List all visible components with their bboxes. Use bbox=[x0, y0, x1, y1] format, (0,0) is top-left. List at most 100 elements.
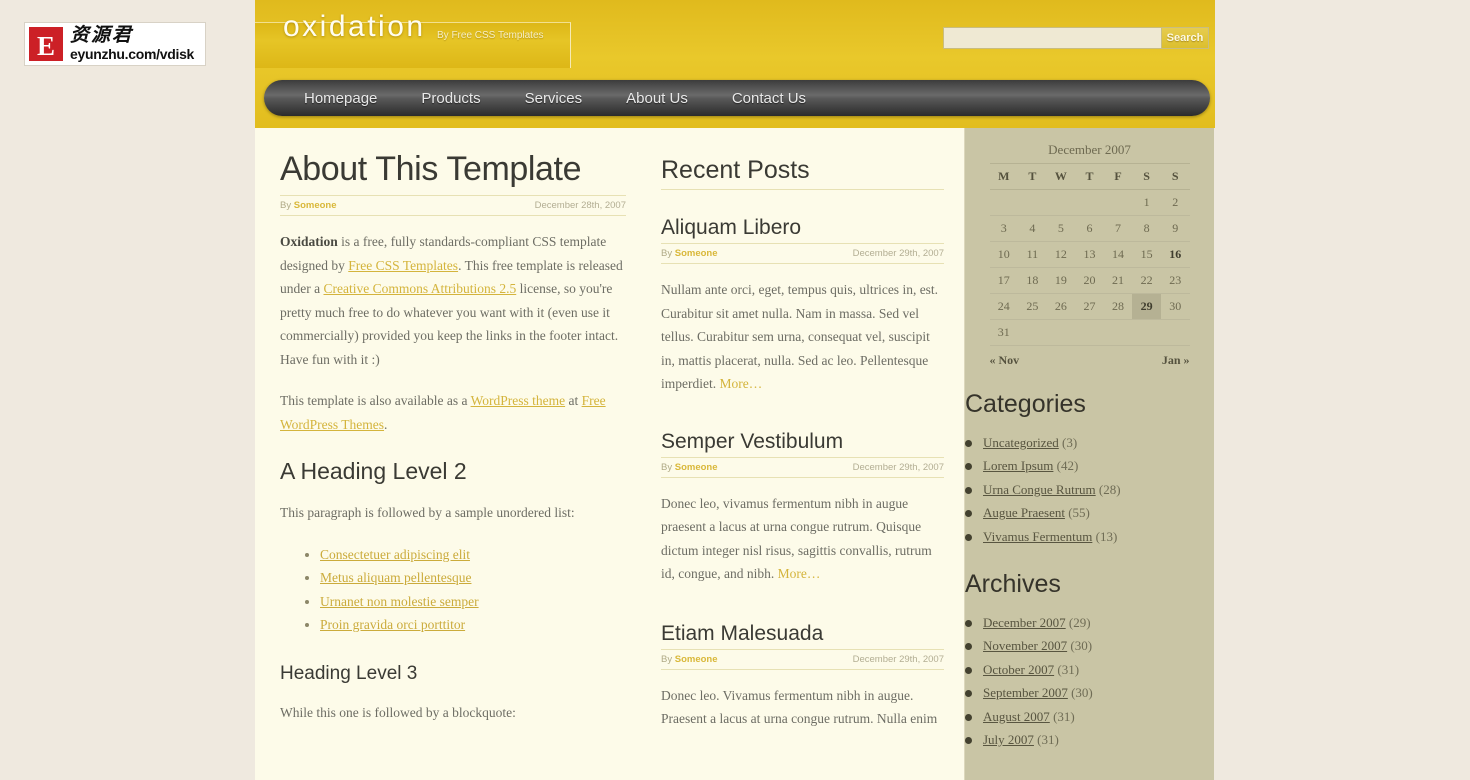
page-title: About This Template bbox=[280, 150, 582, 188]
calendar-prev-month-link[interactable]: « Nov bbox=[990, 353, 1020, 368]
categories-block: Categories Uncategorized (3) Lorem Ipsum… bbox=[965, 390, 1214, 548]
article-date: December 28th, 2007 bbox=[534, 200, 626, 211]
calendar-day-14[interactable]: 14 bbox=[1103, 241, 1133, 268]
calendar-next-month-link[interactable]: Jan » bbox=[1162, 353, 1190, 368]
search-form: Search bbox=[943, 27, 1209, 49]
calendar-day-20[interactable]: 20 bbox=[1075, 267, 1104, 294]
calendar-day-30[interactable]: 30 bbox=[1160, 293, 1190, 320]
calendar-caption: December 2007 bbox=[1048, 142, 1131, 157]
archive-link-july-2007[interactable]: July 2007 bbox=[983, 732, 1034, 747]
archive-link-september-2007[interactable]: September 2007 bbox=[983, 685, 1068, 700]
calendar-nav: « Nov Jan » bbox=[990, 350, 1190, 368]
post-byline: By Someone bbox=[661, 654, 718, 665]
calendar-day-17[interactable]: 17 bbox=[989, 267, 1019, 294]
category-link-lorem-ipsum[interactable]: Lorem Ipsum bbox=[983, 458, 1053, 473]
post-author-link[interactable]: Someone bbox=[675, 462, 718, 473]
calendar-empty-cell bbox=[1046, 319, 1076, 346]
list-item: Consectetuer adipiscing elit bbox=[320, 543, 626, 567]
calendar-day-16[interactable]: 16 bbox=[1160, 241, 1190, 268]
post-author-link[interactable]: Someone bbox=[675, 654, 718, 665]
calendar-day-24[interactable]: 24 bbox=[989, 293, 1019, 320]
article-column: About This Template By Someone December … bbox=[255, 128, 651, 780]
archive-link-december-2007[interactable]: December 2007 bbox=[983, 615, 1066, 630]
post-more-link-2[interactable]: More… bbox=[778, 566, 821, 581]
list-item-link-4[interactable]: Proin gravida orci porttitor bbox=[320, 617, 465, 632]
list-item: October 2007 (31) bbox=[965, 658, 1196, 681]
calendar-day-6[interactable]: 6 bbox=[1075, 215, 1104, 242]
list-item-link-2[interactable]: Metus aliquam pellentesque bbox=[320, 570, 471, 585]
post-title-1[interactable]: Aliquam Libero bbox=[661, 216, 944, 240]
list-item: Uncategorized (3) bbox=[965, 431, 1196, 454]
calendar-day-9[interactable]: 9 bbox=[1160, 215, 1190, 242]
calendar-day-13[interactable]: 13 bbox=[1075, 241, 1104, 268]
post-title-2[interactable]: Semper Vestibulum bbox=[661, 430, 944, 454]
search-button[interactable]: Search bbox=[1161, 27, 1209, 49]
list-item: September 2007 (30) bbox=[965, 681, 1196, 704]
post-author-link[interactable]: Someone bbox=[675, 248, 718, 259]
calendar-day-25[interactable]: 25 bbox=[1018, 293, 1047, 320]
nav-item-products[interactable]: Products bbox=[399, 90, 502, 107]
calendar-day-18[interactable]: 18 bbox=[1018, 267, 1047, 294]
calendar-day-31[interactable]: 31 bbox=[989, 319, 1019, 346]
calendar-day-12[interactable]: 12 bbox=[1046, 241, 1076, 268]
archive-link-october-2007[interactable]: October 2007 bbox=[983, 662, 1054, 677]
byline-prefix: By bbox=[280, 200, 294, 211]
link-free-css-templates[interactable]: Free CSS Templates bbox=[348, 258, 458, 273]
archive-link-august-2007[interactable]: August 2007 bbox=[983, 709, 1050, 724]
calendar-day-5[interactable]: 5 bbox=[1046, 215, 1076, 242]
list-item: Proin gravida orci porttitor bbox=[320, 613, 626, 637]
heading-level-3: Heading Level 3 bbox=[280, 662, 418, 684]
category-count: (55) bbox=[1068, 505, 1090, 521]
calendar-day-1[interactable]: 1 bbox=[1132, 189, 1161, 216]
nav-item-homepage[interactable]: Homepage bbox=[282, 90, 399, 107]
post-title-3[interactable]: Etiam Malesuada bbox=[661, 622, 944, 646]
archive-link-november-2007[interactable]: November 2007 bbox=[983, 638, 1067, 653]
calendar-empty-cell bbox=[1018, 189, 1047, 216]
calendar-weekday-row: M T W T F S S bbox=[989, 163, 1190, 190]
calendar-day-19[interactable]: 19 bbox=[1046, 267, 1076, 294]
calendar-day-15[interactable]: 15 bbox=[1132, 241, 1161, 268]
category-link-augue-praesent[interactable]: Augue Praesent bbox=[983, 505, 1065, 520]
calendar-day-29[interactable]: 29 bbox=[1132, 293, 1161, 320]
list-item-link-1[interactable]: Consectetuer adipiscing elit bbox=[320, 547, 470, 562]
search-input[interactable] bbox=[943, 27, 1161, 49]
list-item-link-3[interactable]: Urnanet non molestie semper bbox=[320, 594, 479, 609]
categories-list: Uncategorized (3) Lorem Ipsum (42) Urna … bbox=[965, 431, 1196, 548]
link-wordpress-theme[interactable]: WordPress theme bbox=[471, 393, 566, 408]
calendar-day-2[interactable]: 2 bbox=[1160, 189, 1190, 216]
calendar-day-23[interactable]: 23 bbox=[1160, 267, 1190, 294]
article-paragraph-1: Oxidation is a free, fully standards-com… bbox=[280, 230, 626, 371]
calendar-empty-cell bbox=[1103, 189, 1133, 216]
article-author-link[interactable]: Someone bbox=[294, 200, 337, 211]
calendar-day-22[interactable]: 22 bbox=[1132, 267, 1161, 294]
calendar-day-4[interactable]: 4 bbox=[1018, 215, 1047, 242]
sidebar: December 2007 M T W T F S S 1 2 3 4 5 6 7 8 9 10 1… bbox=[965, 128, 1214, 780]
nav-item-contact-us[interactable]: Contact Us bbox=[710, 90, 828, 107]
nav-item-services[interactable]: Services bbox=[503, 90, 605, 107]
body-wrap: About This Template By Someone December … bbox=[255, 128, 1215, 780]
post-more-link-1[interactable]: More… bbox=[719, 376, 762, 391]
calendar-weekday: F bbox=[1103, 163, 1133, 190]
post-body-3: Donec leo. Vivamus fermentum nibh in aug… bbox=[661, 687, 938, 727]
calendar-day-11[interactable]: 11 bbox=[1018, 241, 1047, 268]
category-count: (3) bbox=[1062, 435, 1078, 450]
calendar-day-3[interactable]: 3 bbox=[989, 215, 1019, 242]
calendar-day-8[interactable]: 8 bbox=[1132, 215, 1161, 242]
nav-item-about-us[interactable]: About Us bbox=[604, 90, 710, 107]
calendar-day-21[interactable]: 21 bbox=[1103, 267, 1133, 294]
calendar-week-row: 10 11 12 13 14 15 16 bbox=[989, 241, 1190, 268]
category-link-uncategorized[interactable]: Uncategorized bbox=[983, 435, 1059, 450]
calendar-day-27[interactable]: 27 bbox=[1075, 293, 1104, 320]
site-logo-badge[interactable]: E 资源君 eyunzhu.com/vdisk bbox=[24, 22, 206, 66]
logo-text: 资源君 eyunzhu.com/vdisk bbox=[70, 25, 194, 62]
category-link-urna-congue-rutrum[interactable]: Urna Congue Rutrum bbox=[983, 482, 1096, 497]
calendar-day-7[interactable]: 7 bbox=[1103, 215, 1133, 242]
category-link-vivamus-fermentum[interactable]: Vivamus Fermentum bbox=[983, 529, 1092, 544]
category-count: (13) bbox=[1095, 528, 1118, 544]
calendar-day-26[interactable]: 26 bbox=[1046, 293, 1076, 320]
site-subtitle: By Free CSS Templates bbox=[437, 30, 544, 41]
calendar-day-28[interactable]: 28 bbox=[1103, 293, 1133, 320]
calendar-week-row: 31 bbox=[989, 319, 1190, 346]
link-creative-commons[interactable]: Creative Commons Attributions 2.5 bbox=[323, 281, 516, 296]
calendar-day-10[interactable]: 10 bbox=[989, 241, 1019, 268]
